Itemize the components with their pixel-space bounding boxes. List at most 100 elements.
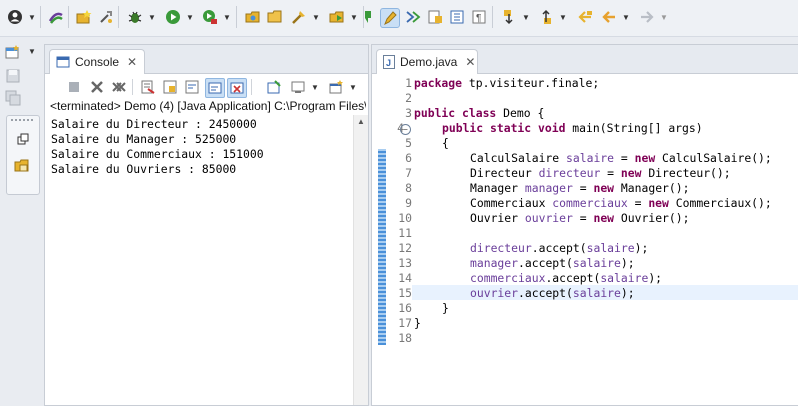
launch-status-line: <terminated> Demo (4) [Java Application]… xyxy=(50,99,366,113)
block-selection-icon[interactable] xyxy=(448,8,466,26)
search-folder-icon[interactable] xyxy=(328,8,346,26)
word-wrap-icon[interactable] xyxy=(183,78,201,96)
chevron-down-icon[interactable]: ▼ xyxy=(28,13,36,22)
chevron-down-icon[interactable]: ▼ xyxy=(148,13,156,22)
line-number: 10 xyxy=(398,211,412,225)
line-number: 14 xyxy=(398,271,412,285)
line-number: 1 xyxy=(405,76,412,90)
java-file-icon: J xyxy=(383,55,395,69)
code-line: directeur.accept(salaire); xyxy=(470,241,649,255)
code-line: } xyxy=(414,316,421,330)
build-icon[interactable] xyxy=(97,8,115,26)
output-line: Salaire du Manager : 525000 xyxy=(51,132,237,146)
debug-icon[interactable] xyxy=(126,8,144,26)
restore-icon[interactable] xyxy=(14,130,32,148)
new-project-icon[interactable] xyxy=(75,8,93,26)
tab-label: Console xyxy=(75,55,120,69)
chevron-down-icon[interactable]: ▼ xyxy=(622,13,630,22)
chevron-down-icon[interactable]: ▼ xyxy=(522,13,530,22)
close-icon[interactable]: ✕ xyxy=(127,55,137,69)
toolbar-separator xyxy=(492,6,493,28)
line-number: 9 xyxy=(405,196,412,210)
code-line: Directeur directeur = new Directeur(); xyxy=(470,166,731,180)
next-annotation-icon[interactable] xyxy=(500,8,518,26)
code-line: Ouvrier ouvrier = new Ouvrier(); xyxy=(470,211,690,225)
highlight-icon[interactable] xyxy=(380,8,400,28)
forward-arrow-icon[interactable] xyxy=(638,8,656,26)
tab-demo-java[interactable]: J Demo.java ✕ xyxy=(376,49,478,74)
run-icon[interactable] xyxy=(164,8,182,26)
display-selected-console-icon[interactable] xyxy=(289,78,307,96)
line-number: 17 xyxy=(398,316,412,330)
mark-occurrences-icon[interactable] xyxy=(358,8,376,26)
last-edit-location-icon[interactable] xyxy=(576,8,594,26)
toolbar-separator xyxy=(40,6,41,28)
chevron-down-icon[interactable]: ▼ xyxy=(223,13,231,22)
clear-console-icon[interactable] xyxy=(139,78,157,96)
toolbar-separator xyxy=(236,6,237,28)
remove-launch-icon[interactable] xyxy=(88,78,106,96)
show-console-on-output-icon[interactable] xyxy=(205,78,225,98)
code-line: public class Demo { xyxy=(414,106,545,120)
code-line: CalculSalaire salaire = new CalculSalair… xyxy=(470,151,772,165)
previous-annotation-icon[interactable] xyxy=(537,8,555,26)
editor-text-area[interactable]: 1 2 3 4 5 6 7 8 9 10 11 12 13 14 15 16 1… xyxy=(372,74,798,405)
chevron-down-icon[interactable]: ▼ xyxy=(312,13,320,22)
code-line: } xyxy=(442,301,449,315)
chevron-down-icon[interactable]: ▼ xyxy=(186,13,194,22)
java-editor: J Demo.java ✕ 1 2 3 4 5 6 7 8 9 10 11 12… xyxy=(371,44,798,406)
line-number: 3 xyxy=(405,106,412,120)
code-line: public static void main(String[] args) xyxy=(442,121,703,135)
chevron-down-icon[interactable]: ▼ xyxy=(559,13,567,22)
minimized-stack xyxy=(6,115,40,195)
code-line: { xyxy=(442,136,449,150)
line-number: 15 xyxy=(398,286,412,300)
chevron-down-icon[interactable]: ▼ xyxy=(349,83,357,92)
package-explorer-icon[interactable] xyxy=(12,156,32,176)
left-trim-stack: ▼ xyxy=(0,37,44,404)
show-whitespace-icon[interactable]: ¶ xyxy=(470,8,488,26)
show-console-on-error-icon[interactable] xyxy=(227,78,247,98)
remove-all-terminated-icon[interactable] xyxy=(110,78,128,96)
fold-collapse-icon[interactable]: − xyxy=(400,124,411,135)
svg-text:¶: ¶ xyxy=(476,13,481,24)
chevron-down-icon[interactable]: ▼ xyxy=(28,47,36,56)
line-number: 18 xyxy=(398,331,412,345)
line-number: 7 xyxy=(405,166,412,180)
console-scrollbar[interactable]: ▲ xyxy=(353,115,368,405)
main-toolbar: ▼ ▼ ▼ ▼ ▼ ▼ ¶ ▼ ▼ ▼ ▼ xyxy=(0,0,798,37)
back-arrow-icon[interactable] xyxy=(600,8,618,26)
open-console-icon[interactable] xyxy=(327,78,345,96)
console-icon xyxy=(56,55,70,69)
console-toolbar: ▼ ▼ xyxy=(45,74,368,100)
line-number: 6 xyxy=(405,151,412,165)
code-line: Commerciaux commerciaux = new Commerciau… xyxy=(470,196,772,210)
open-task-icon[interactable] xyxy=(290,8,308,26)
external-tools-icon[interactable] xyxy=(201,8,219,26)
line-number-gutter: 1 2 3 4 5 6 7 8 9 10 11 12 13 14 15 16 1… xyxy=(386,74,412,405)
scroll-up-icon[interactable]: ▲ xyxy=(357,117,365,126)
show-selected-element-icon[interactable] xyxy=(426,8,444,26)
chevron-down-icon[interactable]: ▼ xyxy=(660,13,668,22)
quick-diff-ruler xyxy=(378,149,386,345)
pin-console-icon[interactable] xyxy=(265,78,283,96)
stack-grip[interactable] xyxy=(11,119,33,123)
save-icon[interactable] xyxy=(4,67,22,85)
eclipse-mylyn-icon[interactable] xyxy=(47,8,65,26)
tab-console[interactable]: Console ✕ xyxy=(49,49,145,74)
toolbar-separator xyxy=(118,6,119,28)
console-tab-bar: Console ✕ xyxy=(45,45,368,74)
toggle-breadcrumb-icon[interactable] xyxy=(404,8,422,26)
open-type-icon[interactable] xyxy=(244,8,262,26)
console-view: Console ✕ ▼ ▼ <terminated> Demo (4) [Jav… xyxy=(44,44,369,406)
chevron-down-icon[interactable]: ▼ xyxy=(350,13,358,22)
scroll-lock-icon[interactable] xyxy=(161,78,179,96)
terminate-icon[interactable] xyxy=(65,78,83,96)
close-icon[interactable]: ✕ xyxy=(465,55,475,69)
output-line: Salaire du Directeur : 2450000 xyxy=(51,117,257,131)
new-view-icon[interactable] xyxy=(4,43,22,61)
perspective-icon[interactable] xyxy=(6,8,24,26)
chevron-down-icon[interactable]: ▼ xyxy=(311,83,319,92)
open-folder-icon[interactable] xyxy=(266,8,284,26)
save-all-icon[interactable] xyxy=(4,89,22,107)
